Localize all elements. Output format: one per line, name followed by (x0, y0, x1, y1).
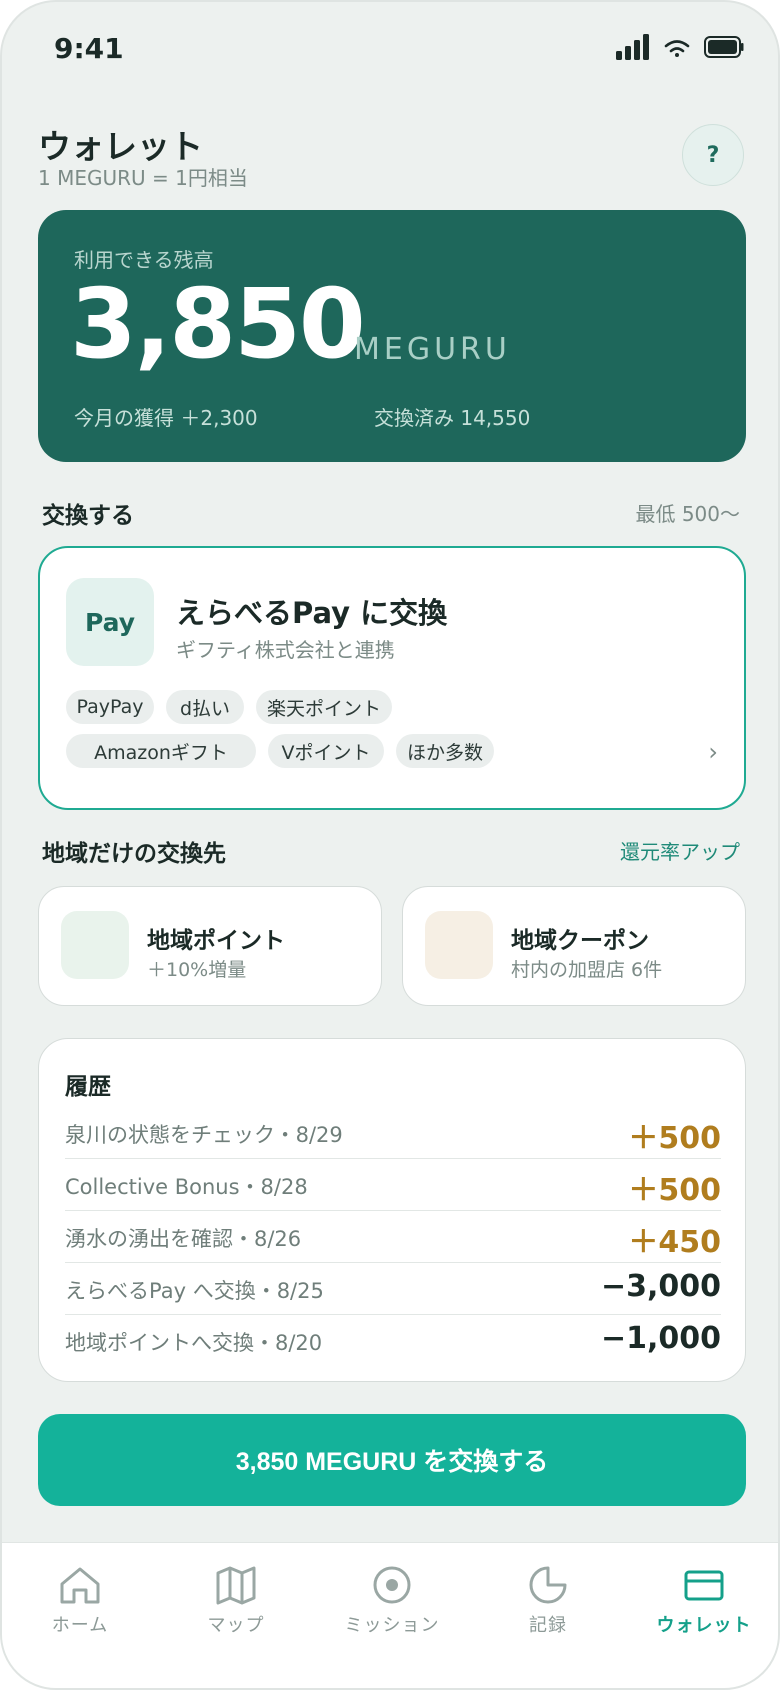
pie-chart-icon (529, 1566, 567, 1604)
wifi-icon (664, 40, 690, 57)
balance-card: 利用できる残高 3,850 MEGURU 今月の獲得 ＋2,300 交換済み 1… (38, 210, 746, 462)
chip-paypay: PayPay (66, 690, 154, 724)
tab-home[interactable]: ホーム (2, 1565, 158, 1637)
balance-unit: MEGURU (354, 332, 511, 367)
tab-map-label: マップ (207, 1615, 265, 1636)
history-row-amount: −1,000 (600, 1321, 721, 1356)
local-coupon-title: 地域クーポン (511, 928, 649, 954)
local-coupon-card[interactable]: 地域クーポン 村内の加盟店 6件 (402, 886, 746, 1006)
pay-logo: Pay (66, 578, 154, 666)
tab-record[interactable]: 記録 (470, 1565, 626, 1637)
tab-map[interactable]: マップ (158, 1565, 314, 1637)
history-row: Collective Bonus・8/28 ＋500 (65, 1159, 721, 1211)
history-row-label: Collective Bonus・8/28 (65, 1175, 308, 1199)
pay-card-title: えらべるPay に交換 (176, 596, 448, 630)
chip-amazon-gift: Amazonギフト (66, 734, 256, 768)
pay-card-subtitle: ギフティ株式会社と連携 (176, 638, 395, 662)
total-exchanged: 交換済み 14,550 (374, 406, 531, 430)
history-row-label: 地域ポイントへ交換・8/20 (65, 1331, 323, 1355)
battery-icon (704, 36, 744, 58)
history-row: 地域ポイントへ交換・8/20 −1,000 (65, 1315, 721, 1367)
history-row-amount: ＋500 (628, 1173, 721, 1208)
local-coupon-sub: 村内の加盟店 6件 (511, 959, 663, 981)
history-row-amount: −3,000 (600, 1269, 721, 1304)
chip-d-barai: d払い (166, 690, 244, 724)
status-icons (616, 34, 744, 60)
tab-bar: ホーム マップ ミッション 記録 ウォレット (2, 1542, 778, 1688)
tab-record-label: 記録 (529, 1615, 567, 1636)
chip-v-point: Vポイント (268, 734, 384, 768)
map-icon (216, 1566, 256, 1605)
exchange-cta-button[interactable]: 3,850 MEGURU を交換する (38, 1414, 746, 1506)
tab-mission-label: ミッション (344, 1615, 440, 1636)
history-row-label: 湧水の湧出を確認・8/26 (65, 1227, 302, 1251)
local-coupon-icon (425, 911, 493, 979)
rate-note: 1 MEGURU = 1円相当 (38, 166, 248, 190)
history-card: 履歴 泉川の状態をチェック・8/29 ＋500 Collective Bonus… (38, 1038, 746, 1382)
exchange-minimum-note: 最低 500〜 (635, 502, 740, 526)
tab-home-label: ホーム (51, 1615, 109, 1636)
history-row: 泉川の状態をチェック・8/29 ＋500 (65, 1107, 721, 1159)
history-row-amount: ＋500 (628, 1121, 721, 1156)
chip-and-more: ほか多数 (396, 734, 494, 768)
local-section-title: 地域だけの交換先 (42, 841, 226, 867)
history-row: えらべるPay へ交換・8/25 −3,000 (65, 1263, 721, 1315)
chip-rakuten-point: 楽天ポイント (256, 690, 392, 724)
exchange-section-title: 交換する (42, 503, 134, 529)
status-time: 9:41 (54, 32, 124, 65)
page-title: ウォレット (38, 127, 203, 166)
balance-amount: 3,850 (70, 268, 366, 380)
signal-icon (616, 34, 649, 60)
history-row-label: えらべるPay へ交換・8/25 (65, 1279, 324, 1303)
local-rate-up-note: 還元率アップ (620, 840, 740, 864)
history-row-amount: ＋450 (628, 1225, 721, 1260)
wallet-icon (684, 1570, 724, 1601)
history-title: 履歴 (65, 1074, 111, 1100)
local-point-sub: ＋10%増量 (147, 959, 247, 981)
phone-screen: 9:41 ウォレット 1 MEGURU = 1円相当 ? 利用できる残高 3,8… (0, 0, 780, 1690)
chevron-right-icon: › (708, 738, 718, 766)
local-point-title: 地域ポイント (147, 928, 285, 954)
home-icon (60, 1567, 100, 1604)
help-button[interactable]: ? (682, 124, 744, 186)
history-row-label: 泉川の状態をチェック・8/29 (65, 1123, 343, 1147)
monthly-earned: 今月の獲得 ＋2,300 (74, 406, 258, 430)
target-icon (373, 1566, 411, 1604)
local-point-icon (61, 911, 129, 979)
local-point-card[interactable]: 地域ポイント ＋10%増量 (38, 886, 382, 1006)
erabel-pay-card[interactable]: Pay えらべるPay に交換 ギフティ株式会社と連携 PayPay d払い 楽… (38, 546, 746, 810)
tab-mission[interactable]: ミッション (314, 1565, 470, 1637)
tab-wallet[interactable]: ウォレット (626, 1565, 778, 1637)
tab-wallet-label: ウォレット (656, 1615, 752, 1636)
history-row: 湧水の湧出を確認・8/26 ＋450 (65, 1211, 721, 1263)
